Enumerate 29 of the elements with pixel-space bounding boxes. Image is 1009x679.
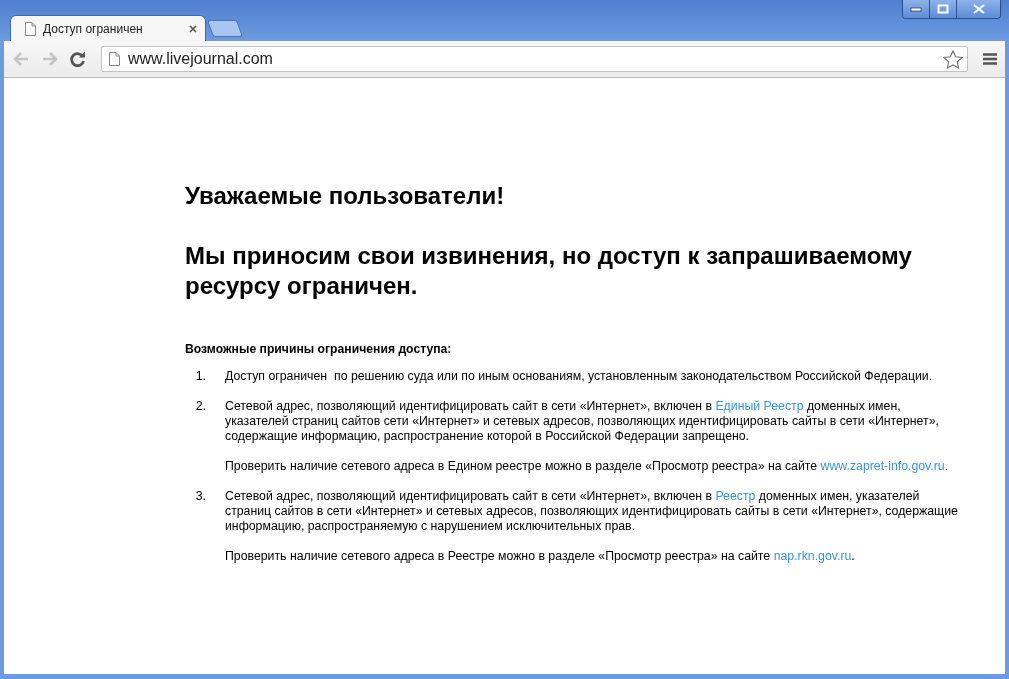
list-number: 1.: [194, 369, 206, 384]
paragraph: Проверить наличие сетевого адреса в Едином реестре можно в разделе «Просмотр реестра» на сайте www.zapret-info.gov.ru.: [225, 459, 950, 474]
reload-icon[interactable]: [70, 51, 86, 67]
close-icon: [971, 4, 986, 14]
browser-tab[interactable]: Доступ ограничен: [10, 15, 206, 41]
maximize-icon: [937, 4, 949, 14]
page-heading: Уважаемые пользователи!: [185, 181, 506, 211]
menu-icon[interactable]: [983, 53, 997, 65]
link[interactable]: Единый Реестр: [715, 399, 804, 413]
page-heading: Мы приносим свои извинения, но доступ к запрашиваемому ресурсу ограничен.: [185, 241, 913, 301]
star-icon[interactable]: [943, 49, 963, 69]
link[interactable]: Реестр: [715, 489, 756, 503]
link[interactable]: www.zapret-info.gov.ru: [820, 459, 945, 473]
paragraph: Доступ ограничен по решению суда или по иным основаниям, установленным законодательством Российской Федерации.: [225, 369, 934, 384]
list-number: 2.: [194, 399, 206, 415]
paragraph: Сетевой адрес, позволяющий идентифицировать сайт в сети «Интернет», включен в Реестр доменных имен, указателей страниц сайтов в сети «Интернет» и сетевых адресов, позволяющих идентифицировать сайты в сети «Интернет», содержащие информацию, распространяемую с нарушением исключительных прав.: [225, 489, 959, 534]
maximize-button[interactable]: [930, 0, 957, 18]
page-icon: [109, 52, 120, 66]
minimize-icon: [910, 6, 922, 12]
paragraph: Проверить наличие сетевого адреса в Реестре можно в разделе «Просмотр реестра» на сайте nap.rkn.gov.ru.: [225, 549, 856, 564]
new-tab-button[interactable]: [206, 20, 244, 37]
section-title: Возможные причины ограничения доступа:: [185, 342, 453, 356]
list-number: 3.: [194, 489, 206, 505]
close-icon[interactable]: [189, 24, 197, 33]
minimize-button[interactable]: [903, 0, 930, 18]
paragraph: Сетевой адрес, позволяющий идентифицировать сайт в сети «Интернет», включен в Единый Реестр доменных имен, указателей страниц сайтов сети «Интернет» и сетевых адресов, позволяющих идентифицировать сайты в сети «Интернет», содержащие информацию, распространение которой в Российской Федерации запрещено.: [225, 399, 940, 444]
address-bar[interactable]: www.livejournal.com: [101, 46, 968, 72]
page-icon: [25, 21, 36, 36]
close-button[interactable]: [957, 0, 1000, 18]
